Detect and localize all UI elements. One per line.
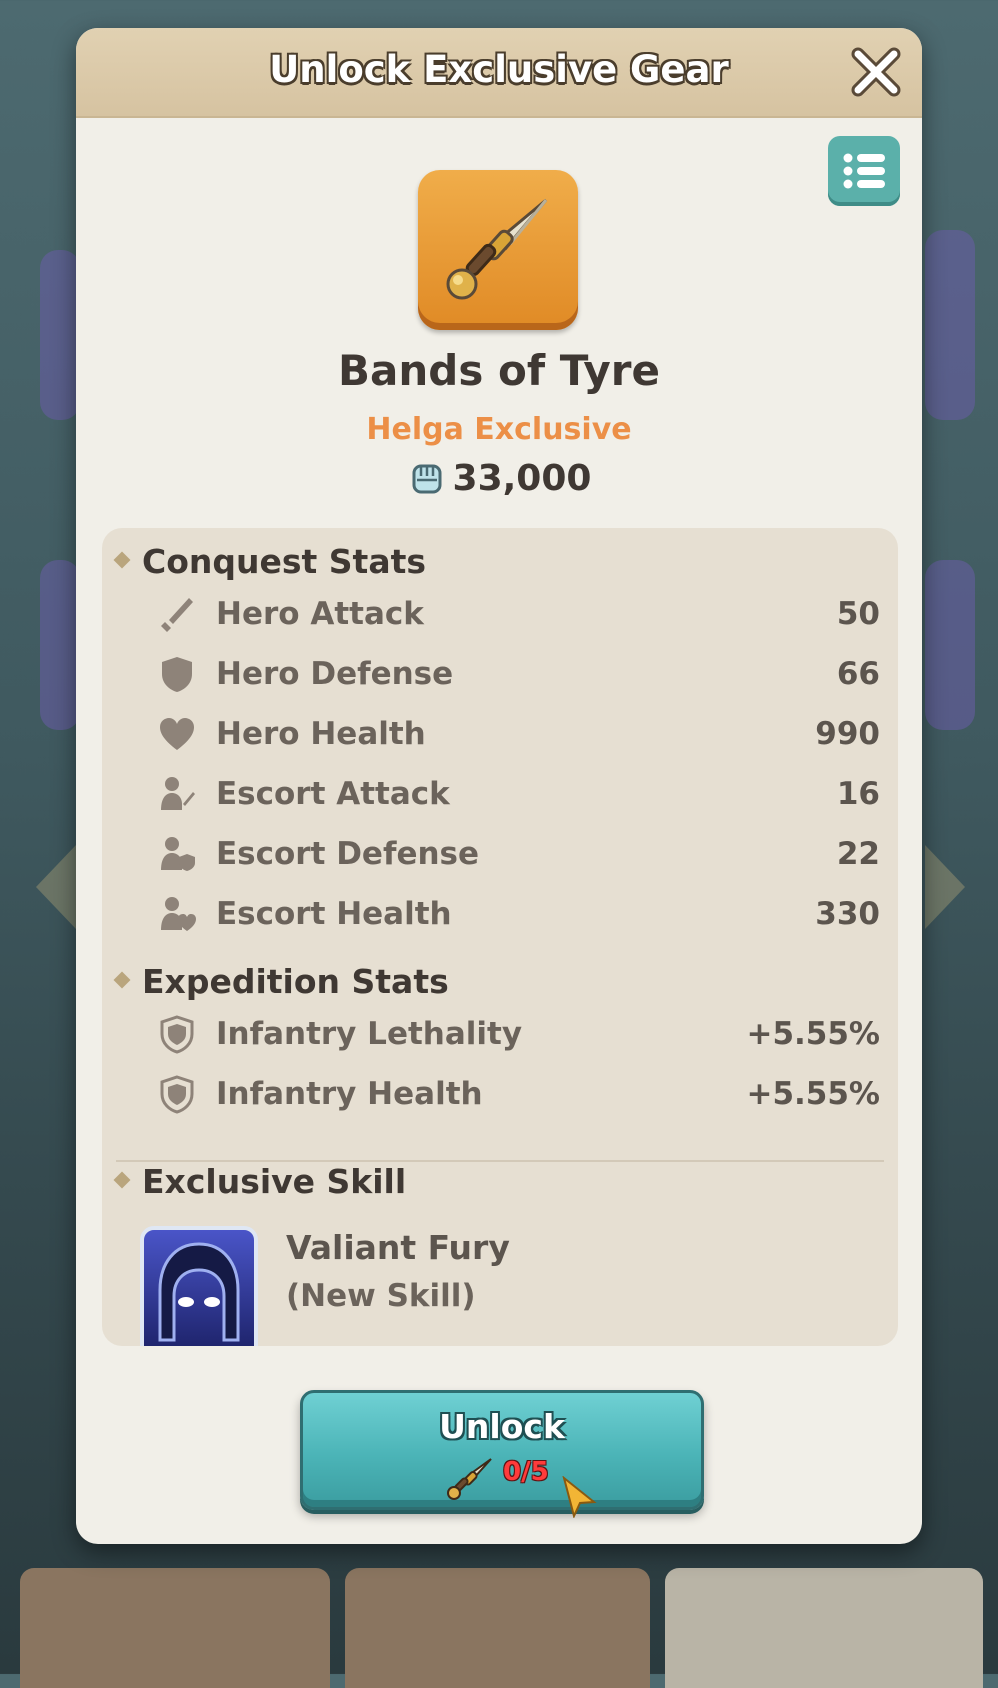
escort-defense-icon [161,837,195,871]
stat-label: Escort Health [216,896,452,932]
stat-label: Hero Health [216,716,426,752]
stat-row-escort-defense: Escort Defense 22 [102,828,898,880]
section-bullet [113,971,131,989]
shield-icon [162,657,192,692]
exclusive-skill-title: Exclusive Skill [142,1162,407,1201]
stat-row-hero-defense: Hero Defense 66 [102,648,898,700]
list-icon [843,153,885,189]
escort-attack-icon [161,777,195,810]
stat-label: Hero Defense [216,656,454,692]
sword-icon [161,598,193,632]
background-panel [925,230,975,420]
gear-power: 33,000 [76,458,922,499]
skill-icon[interactable] [140,1226,258,1346]
infantry-shield-icon [160,1075,194,1114]
stat-label: Infantry Lethality [216,1016,523,1052]
stat-value: 50 [836,596,880,632]
unlock-gear-dialog: Unlock Exclusive Gear Bands of Tyre Helg… [76,28,922,1544]
unlock-label: Unlock [439,1407,565,1446]
background-tab [345,1568,650,1688]
background-panel [40,250,80,420]
gear-item-slot [418,170,578,330]
background-panel [925,560,975,730]
unlock-button[interactable]: Unlock 0/5 [300,1390,704,1510]
stat-row-infantry-lethality: Infantry Lethality +5.55% [102,1008,898,1060]
section-bullet [113,551,131,569]
close-button[interactable] [850,46,902,98]
dialog-header: Unlock Exclusive Gear [76,28,922,118]
stat-row-infantry-health: Infantry Health +5.55% [102,1068,898,1120]
unlock-cost: 0/5 [503,1457,549,1487]
power-value: 33,000 [452,458,592,499]
stats-panel: Conquest Stats Hero Attack 50 Hero Defen… [102,528,898,1346]
background-panel [40,560,80,730]
background-tab [20,1568,330,1688]
pointer-cursor-icon [562,1476,597,1518]
gear-owner: Helga Exclusive [366,412,632,447]
details-list-button[interactable] [828,136,900,206]
stat-label: Infantry Health [216,1076,483,1112]
stat-row-escort-health: Escort Health 330 [102,888,898,940]
section-bullet [113,1171,131,1189]
fist-icon [412,464,442,494]
stat-row-hero-health: Hero Health 990 [102,708,898,760]
stat-value: +5.55% [746,1076,880,1112]
background-arrow-right [925,845,965,929]
skill-name: Valiant Fury [286,1228,510,1267]
stat-label: Escort Defense [216,836,480,872]
gear-name: Bands of Tyre [338,346,660,395]
close-icon [851,47,901,97]
stat-value: +5.55% [746,1016,880,1052]
dagger-icon [446,198,548,300]
background-arrow-left [36,845,76,929]
stat-value: 16 [836,776,880,812]
skill-subtitle: (New Skill) [286,1278,476,1314]
background-tab [665,1568,983,1688]
stat-row-escort-attack: Escort Attack 16 [102,768,898,820]
stat-value: 66 [836,656,880,692]
conquest-stats-title: Conquest Stats [142,542,427,581]
stat-label: Escort Attack [216,776,450,812]
heart-icon [160,718,194,750]
stat-label: Hero Attack [216,596,424,632]
escort-health-icon [161,897,196,931]
stat-value: 990 [815,716,880,752]
dagger-token-icon [447,1458,492,1500]
dialog-title: Unlock Exclusive Gear [269,48,729,91]
stat-value: 330 [815,896,880,932]
stat-row-hero-attack: Hero Attack 50 [102,588,898,640]
expedition-stats-title: Expedition Stats [142,962,449,1001]
helmet-icon [158,1242,240,1342]
stat-value: 22 [836,836,880,872]
infantry-shield-icon [160,1015,194,1054]
